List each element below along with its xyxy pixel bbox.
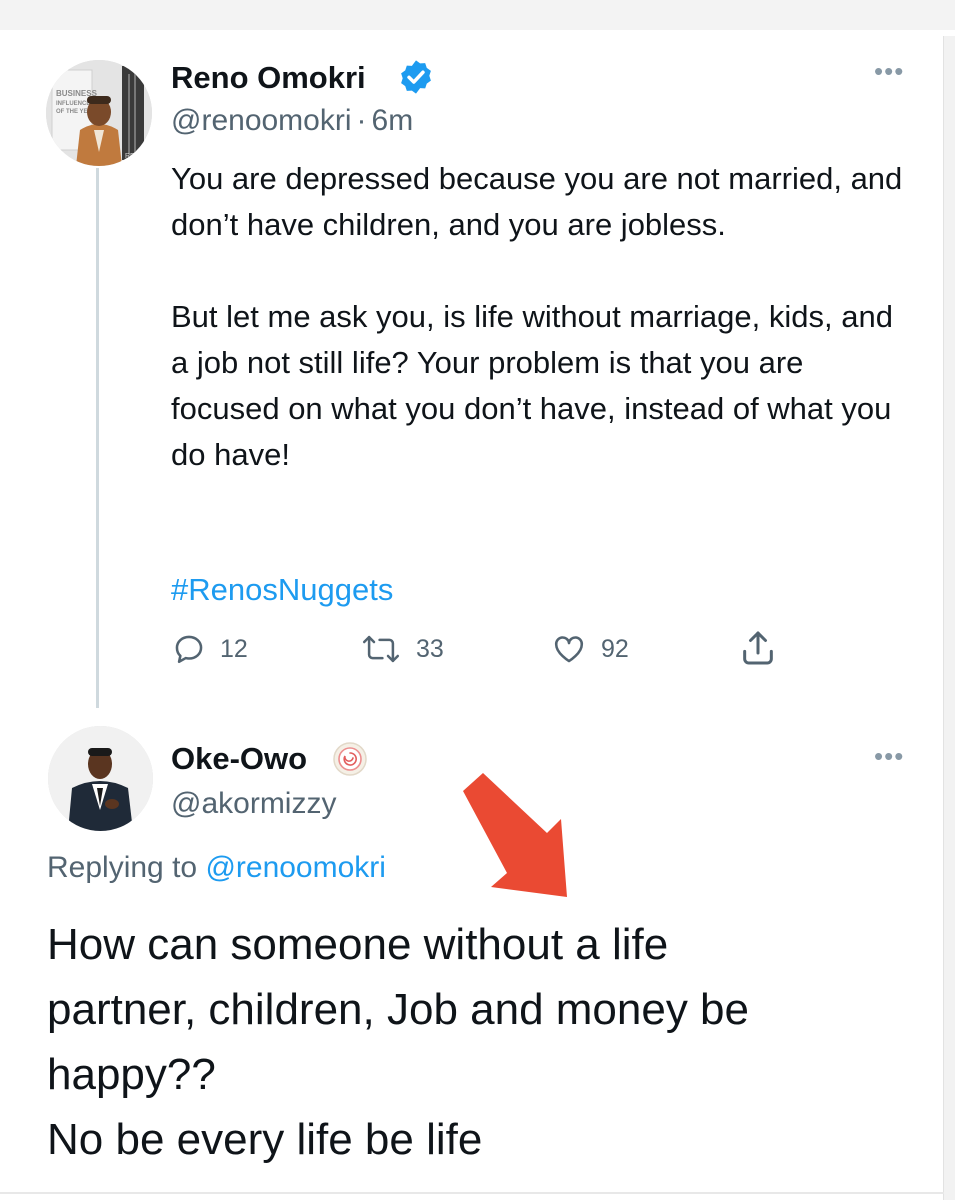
thread-connector-line [96, 168, 99, 708]
bottom-divider [0, 1192, 944, 1194]
like-count: 92 [601, 634, 629, 663]
retweet-icon [362, 635, 400, 663]
handle-time-separator: · [356, 104, 367, 137]
replying-to-label: Replying to [47, 851, 198, 884]
share-icon [743, 631, 773, 665]
hashtag-link[interactable]: #RenosNuggets [171, 572, 393, 608]
reply-line-1: How can someone without a life [47, 920, 669, 969]
reply-icon [175, 635, 203, 664]
reply-author-handle[interactable]: @akormizzy [171, 787, 336, 821]
more-options-icon[interactable]: ••• [874, 56, 904, 87]
avatar-image: BUSINESS INFLUENCER OF THE YEAR RENO [46, 60, 152, 166]
reply-body: How can someone without a life partner, … [47, 912, 749, 1172]
avatar-image [48, 726, 153, 831]
more-options-icon[interactable]: ••• [874, 741, 904, 772]
reply-line-2: partner, children, Job and money be [47, 985, 750, 1034]
like-icon [554, 636, 584, 663]
avatar-text-4: RENO [125, 153, 146, 160]
reply-author-name[interactable]: Oke-Owo [171, 741, 307, 777]
reply-line-3: happy?? [47, 1050, 216, 1099]
retweet-action[interactable]: 33 [360, 632, 444, 666]
scrollbar-track[interactable] [944, 36, 955, 1200]
tweet-paragraph-2: But let me ask you, is life without marr… [171, 299, 893, 472]
tweet-body: You are depressed because you are not ma… [171, 156, 916, 478]
reply-action[interactable]: 12 [172, 632, 248, 666]
replying-to-mention[interactable]: @renoomokri [205, 851, 386, 884]
emoji-badge-icon [333, 742, 367, 776]
top-band [0, 0, 955, 30]
author-name[interactable]: Reno Omokri [171, 60, 366, 96]
author-handle-row: @renoomokri · 6m [171, 104, 413, 138]
red-arrow-annotation [463, 773, 567, 897]
like-action[interactable]: 92 [551, 632, 629, 666]
share-action[interactable] [738, 628, 778, 668]
oke-owo-avatar[interactable] [48, 726, 153, 831]
reply-line-4: No be every life be life [47, 1115, 483, 1164]
tweet-paragraph-1: You are depressed because you are not ma… [171, 161, 903, 242]
replying-to-line: Replying to @renoomokri [47, 851, 386, 885]
retweet-count: 33 [416, 634, 444, 663]
verified-badge-icon [401, 60, 431, 94]
author-handle[interactable]: @renoomokri [171, 104, 352, 137]
reno-omokri-avatar[interactable]: BUSINESS INFLUENCER OF THE YEAR RENO [46, 60, 152, 166]
tweet-time[interactable]: 6m [372, 104, 414, 137]
reply-count: 12 [220, 634, 248, 663]
